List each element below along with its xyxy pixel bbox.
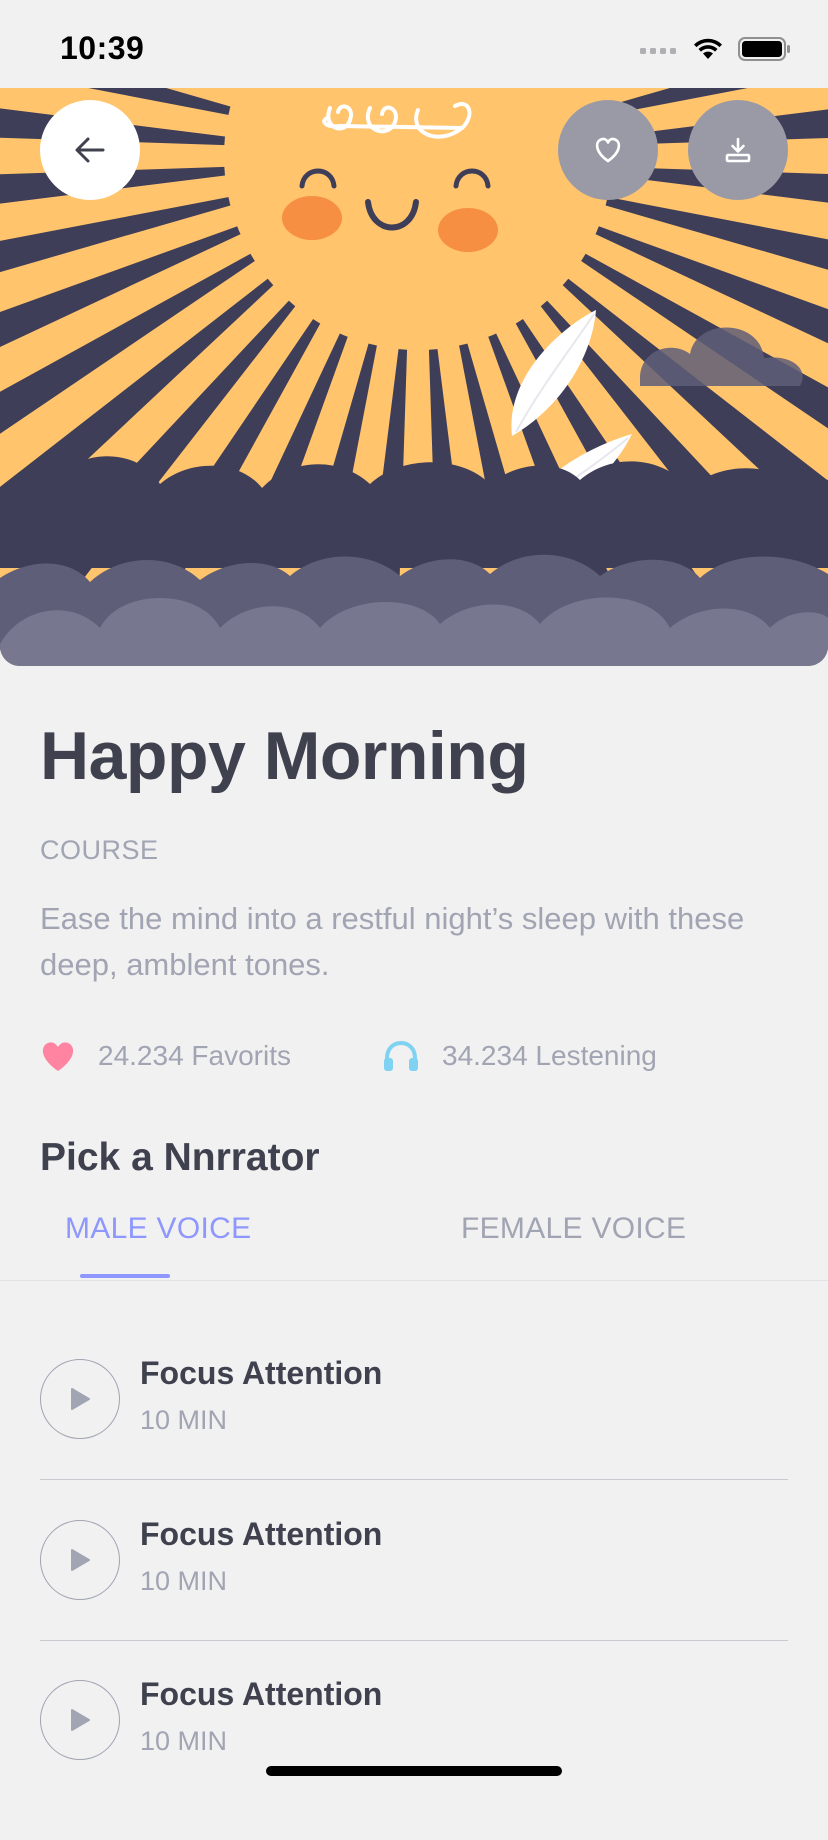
status-time: 10:39 bbox=[60, 30, 145, 66]
listening-count: 34.234 Lestening bbox=[442, 1040, 657, 1071]
track-title: Focus Attention bbox=[140, 1355, 383, 1391]
heart-icon bbox=[42, 1042, 74, 1071]
favorites-count: 24.234 Favorits bbox=[98, 1040, 291, 1071]
tab-male-voice[interactable]: MALE VOICE bbox=[65, 1212, 251, 1246]
track-item[interactable]: Focus Attention 10 MIN bbox=[40, 1355, 788, 1519]
download-button[interactable] bbox=[688, 100, 788, 200]
play-icon bbox=[71, 1709, 90, 1731]
headphones-icon bbox=[384, 1040, 418, 1071]
status-bar: 10:39 bbox=[0, 0, 828, 88]
play-icon bbox=[71, 1388, 90, 1410]
cellular-signal-icon bbox=[640, 48, 676, 54]
arrow-left-icon bbox=[75, 137, 105, 163]
battery-icon bbox=[738, 37, 790, 61]
track-title: Focus Attention bbox=[140, 1676, 383, 1712]
narrator-section-title: Pick a Nnrrator bbox=[40, 1136, 320, 1179]
track-title: Focus Attention bbox=[140, 1516, 383, 1552]
track-divider bbox=[40, 1479, 788, 1480]
play-button[interactable] bbox=[40, 1520, 120, 1600]
back-button[interactable] bbox=[40, 100, 140, 200]
play-button[interactable] bbox=[40, 1680, 120, 1760]
tab-female-voice[interactable]: FEMALE VOICE bbox=[461, 1212, 686, 1246]
track-item[interactable]: Focus Attention 10 MIN bbox=[40, 1676, 788, 1840]
tab-divider bbox=[0, 1280, 828, 1281]
course-description: Ease the mind into a restful night’s sle… bbox=[40, 901, 745, 982]
play-button[interactable] bbox=[40, 1359, 120, 1439]
track-duration: 10 MIN bbox=[140, 1566, 228, 1596]
track-duration: 10 MIN bbox=[140, 1726, 228, 1756]
home-indicator bbox=[266, 1766, 562, 1776]
hero-illustration bbox=[0, 88, 828, 666]
play-icon bbox=[71, 1549, 90, 1571]
track-duration: 10 MIN bbox=[140, 1405, 228, 1435]
favorites-stat: 24.234 Favorits bbox=[40, 1040, 291, 1072]
heart-outline-icon bbox=[595, 137, 621, 163]
download-icon bbox=[725, 137, 751, 163]
wifi-icon bbox=[694, 38, 722, 59]
listening-stat: 34.234 Lestening bbox=[382, 1040, 657, 1072]
course-category: COURSE bbox=[40, 835, 159, 865]
active-tab-indicator bbox=[80, 1274, 170, 1278]
favorite-button[interactable] bbox=[558, 100, 658, 200]
status-icons bbox=[640, 36, 792, 62]
course-title: Happy Morning bbox=[40, 718, 529, 794]
track-item[interactable]: Focus Attention 10 MIN bbox=[40, 1516, 788, 1680]
track-divider bbox=[40, 1640, 788, 1641]
